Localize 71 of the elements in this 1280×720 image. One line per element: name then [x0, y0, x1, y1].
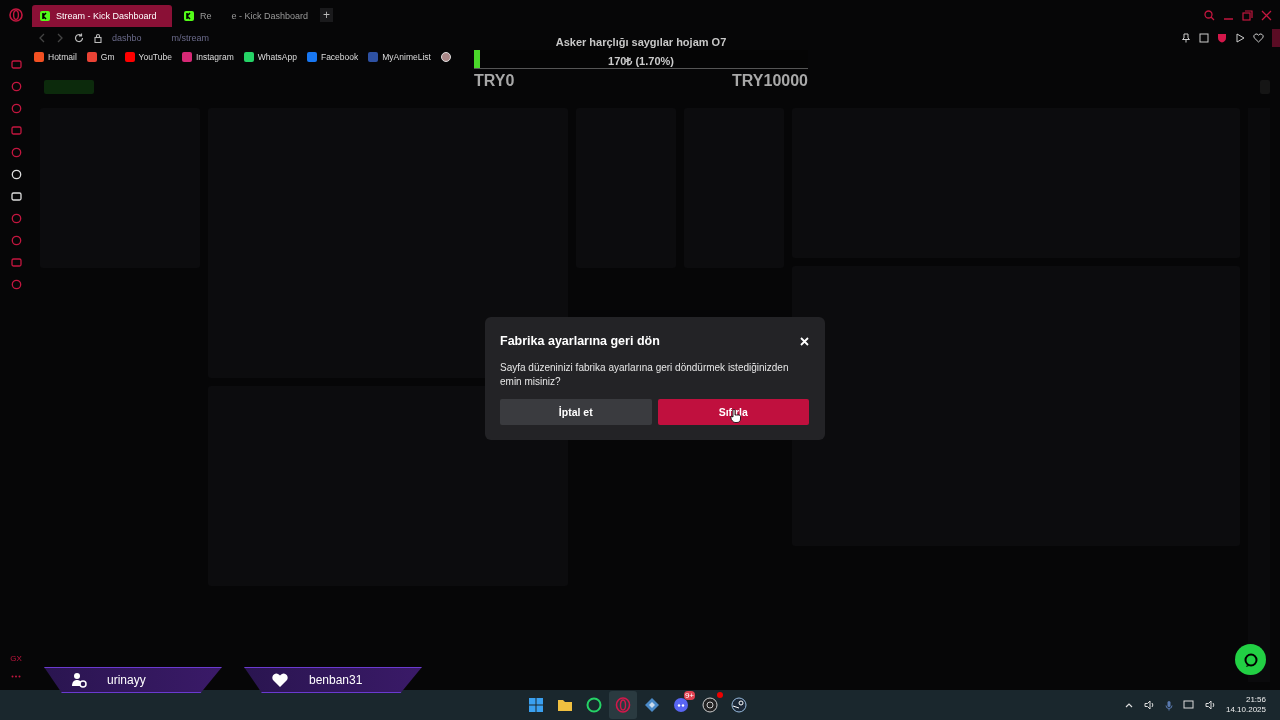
restore-icon[interactable] [1242, 9, 1253, 21]
ring-icon [702, 697, 718, 713]
bookmark-icon [368, 52, 379, 62]
reload-icon[interactable] [74, 33, 84, 43]
tab-title: e - Kick Dashboard [231, 11, 309, 21]
bookmark-icon [34, 52, 44, 62]
folder-icon [557, 697, 573, 713]
bookmark-link[interactable]: Gm [86, 52, 115, 62]
bookmark-link[interactable]: YouTube [124, 52, 172, 62]
speaker-icon[interactable] [1204, 700, 1216, 710]
speaker-icon[interactable] [1143, 700, 1155, 710]
clock-date[interactable]: 14.10.2025 [1225, 705, 1266, 715]
forward-icon[interactable] [56, 33, 64, 43]
play-icon[interactable] [1235, 33, 1245, 43]
opera-logo-icon [615, 697, 631, 713]
new-tab-button[interactable]: + [320, 8, 334, 22]
microphone-icon[interactable] [1164, 699, 1173, 711]
bookmark-link[interactable]: MyAnimeList [368, 52, 431, 62]
goal-title: Asker harçlığı saygılar hojam O7 [555, 36, 727, 48]
k-logo-icon [40, 11, 50, 21]
clock-time[interactable]: 21:56 [1245, 695, 1266, 705]
square-icon[interactable] [1199, 33, 1209, 43]
gx-label[interactable]: GX [10, 654, 22, 663]
controller-face-icon [673, 697, 689, 713]
lock-icon [94, 33, 102, 43]
opera-logo-icon[interactable] [9, 8, 23, 22]
bookmark-icon [306, 52, 317, 62]
dashboard-logo [44, 80, 94, 94]
goal-max: TRY10000 [732, 72, 808, 90]
recording-dot [717, 692, 723, 698]
heart-icon[interactable] [1253, 33, 1264, 43]
person-icon [71, 672, 87, 688]
taskbar-app-button[interactable]: 9+ [667, 691, 695, 719]
back-icon[interactable] [38, 33, 46, 43]
heart-icon [271, 672, 289, 688]
bookmark-link[interactable]: WhatsApp [243, 52, 297, 62]
tab-title: Re [200, 11, 212, 21]
bookmark-icon [243, 52, 254, 62]
notification-badge: 9+ [683, 691, 695, 700]
tab-title: Stream - Kick Dashboard [56, 11, 157, 21]
steam-logo-icon [731, 697, 747, 713]
browser-tab[interactable]: Re e - Kick Dashboard [176, 5, 317, 27]
url-text[interactable]: dashbo [112, 33, 142, 43]
search-icon[interactable] [1204, 9, 1215, 21]
sidebar-handle[interactable] [1272, 29, 1280, 47]
diamond-icon [644, 697, 660, 713]
goal-min: TRY0 [474, 72, 515, 90]
browser-tab[interactable]: Stream - Kick Dashboard [32, 5, 172, 27]
pin-icon[interactable] [1181, 33, 1191, 43]
alert-banner: benban31 [244, 667, 422, 693]
url-text[interactable]: m/stream [171, 33, 210, 43]
bookmark-link[interactable]: Facebook [306, 52, 359, 62]
chat-bubble-icon [1242, 651, 1259, 668]
dialog-message: Sayfa düzeninizi fabrika ayarlarına geri döndürmek istediğinizden emin misiniz? [500, 361, 790, 389]
cancel-button[interactable]: İptal et [500, 399, 652, 425]
chat-ring-icon [586, 697, 602, 713]
bookmark-link[interactable]: Hotmail [34, 52, 77, 62]
monitor-icon[interactable] [1182, 700, 1195, 710]
alert-banner: urinayy [44, 667, 222, 693]
k-logo-icon [184, 11, 194, 21]
dialog-title: Fabrika ayarlarına geri dön [500, 334, 660, 348]
bookmark-icon [181, 52, 192, 62]
support-chat-button[interactable] [1235, 644, 1266, 675]
windows-icon [528, 697, 544, 713]
bookmark-icon [86, 52, 97, 62]
bookmark-icon[interactable] [440, 52, 451, 62]
goal-amount: 170₺ (1.70%) [608, 54, 674, 68]
shield-icon[interactable] [1217, 33, 1227, 43]
more-icon[interactable] [11, 675, 21, 678]
bookmark-icon [124, 52, 135, 62]
bookmark-link[interactable]: Instagram [181, 52, 234, 62]
